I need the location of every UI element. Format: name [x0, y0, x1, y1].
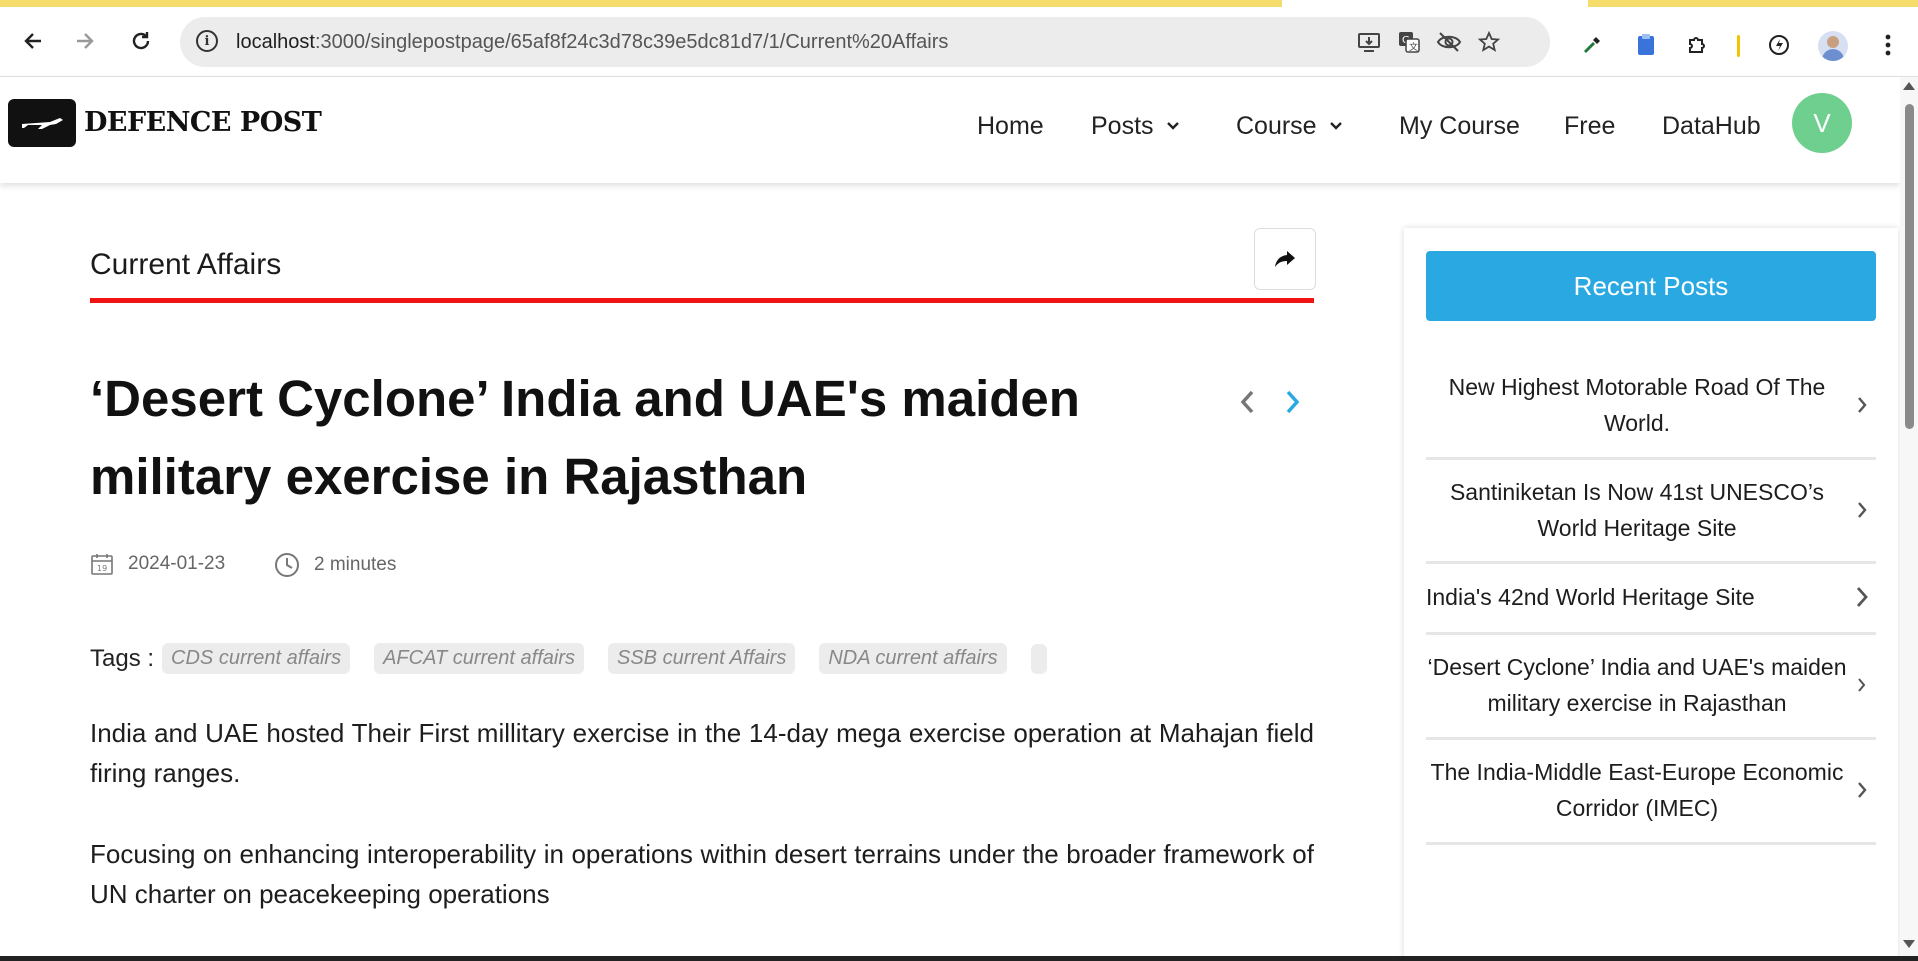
performance-icon[interactable]: [1765, 31, 1793, 59]
nav-posts[interactable]: Posts: [1091, 112, 1180, 141]
tags-row: Tags : CDS current affairs AFCAT current…: [90, 643, 1047, 674]
logo-icon[interactable]: [8, 99, 76, 147]
recent-post-title[interactable]: India's 42nd World Heritage Site: [1426, 579, 1848, 615]
tag-chip[interactable]: NDA current affairs: [819, 643, 1007, 674]
share-button[interactable]: [1254, 228, 1316, 290]
post-paragraph: Focusing on enhancing interoperability i…: [90, 839, 1314, 909]
recent-post-title[interactable]: Santiniketan Is Now 41st UNESCO’s World …: [1426, 474, 1848, 546]
chevron-right-icon: [1848, 585, 1876, 609]
chevron-right-icon: [1848, 395, 1876, 415]
info-icon[interactable]: i: [196, 30, 218, 52]
post-date: 19 2024-01-23: [90, 552, 225, 576]
browser-toolbar: i localhost:3000/singlepostpage/65af8f24…: [0, 7, 1918, 77]
recent-post-item[interactable]: New Highest Motorable Road Of The World.: [1426, 353, 1876, 460]
toolbar-divider: [1737, 35, 1740, 57]
site-header: DEFENCE POST Home Posts Course My Course…: [0, 77, 1900, 183]
recent-post-item[interactable]: Santiniketan Is Now 41st UNESCO’s World …: [1426, 458, 1876, 564]
arrow-right-icon: [77, 33, 94, 49]
nav-home[interactable]: Home: [977, 112, 1044, 141]
star-icon[interactable]: [1476, 29, 1502, 55]
more-menu-icon[interactable]: [1874, 31, 1902, 59]
recent-post-title[interactable]: ‘Desert Cyclone’ India and UAE's maiden …: [1426, 649, 1848, 721]
tags-label: Tags :: [90, 644, 155, 672]
reload-button[interactable]: [126, 26, 156, 56]
chevron-right-icon: [1848, 780, 1876, 800]
nav-datahub[interactable]: DataHub: [1662, 112, 1761, 141]
read-time-text: 2 minutes: [314, 554, 397, 575]
chevron-left-icon: [1240, 390, 1254, 414]
translate-icon[interactable]: G文: [1396, 29, 1422, 55]
recent-post-title[interactable]: The India-Middle East-Europe Economic Co…: [1426, 754, 1848, 826]
forward-button[interactable]: [70, 26, 100, 56]
nav-course-label: Course: [1236, 112, 1317, 140]
recent-posts-heading: Recent Posts: [1426, 251, 1876, 321]
prev-post-button[interactable]: [1232, 382, 1262, 422]
calendar-day: 19: [97, 564, 107, 573]
recent-post-title[interactable]: New Highest Motorable Road Of The World.: [1426, 369, 1848, 441]
chevron-right-icon: [1848, 500, 1876, 520]
arrow-left-icon: [24, 33, 41, 49]
section-title: Current Affairs: [90, 248, 282, 281]
user-avatar[interactable]: V: [1792, 93, 1852, 153]
chevron-down-icon: [1329, 118, 1343, 136]
recent-post-item[interactable]: India's 42nd World Heritage Site: [1426, 562, 1876, 635]
post-title: ‘Desert Cyclone’ India and UAE's maiden …: [90, 370, 1080, 505]
back-button[interactable]: [18, 26, 48, 56]
section-divider: [90, 298, 1314, 303]
post-paragraph: India and UAE hosted Their First millita…: [90, 718, 1314, 788]
recent-post-item[interactable]: The India-Middle East-Europe Economic Co…: [1426, 738, 1876, 845]
tag-chip[interactable]: CDS current affairs: [162, 643, 351, 674]
clock-icon: [275, 553, 299, 577]
recent-post-item[interactable]: ‘Desert Cyclone’ India and UAE's maiden …: [1426, 633, 1876, 740]
reload-icon: [132, 32, 150, 50]
url-path: :3000/singlepostpage/65af8f24c3d78c39e5d…: [314, 31, 949, 53]
recent-posts-sidebar: Recent Posts New Highest Motorable Road …: [1404, 228, 1898, 961]
tag-chip[interactable]: SSB current Affairs: [608, 643, 796, 674]
post-date-text: 2024-01-23: [128, 553, 226, 574]
puzzle-extensions-icon[interactable]: [1684, 31, 1712, 59]
tab-group-bar: [0, 0, 1282, 7]
bottom-edge: [0, 956, 1918, 961]
profile-avatar[interactable]: [1818, 31, 1848, 61]
chevron-down-icon: [1166, 118, 1180, 136]
scroll-up-arrow[interactable]: [1903, 82, 1915, 90]
logo-text[interactable]: DEFENCE POST: [84, 107, 322, 138]
tag-chip[interactable]: AFCAT current affairs: [374, 643, 584, 674]
share-icon: [1275, 251, 1295, 267]
address-bar[interactable]: i localhost:3000/singlepostpage/65af8f24…: [180, 17, 1550, 67]
calendar-icon: 19: [91, 554, 113, 575]
chevron-right-icon: [1848, 677, 1876, 693]
read-time: 2 minutes: [274, 552, 396, 578]
svg-text:文: 文: [1409, 41, 1418, 53]
nav-posts-label: Posts: [1091, 112, 1154, 140]
tag-chip-empty[interactable]: [1030, 643, 1047, 674]
tab-group-bar-right: [1588, 0, 1918, 7]
eyedropper-icon[interactable]: [1578, 31, 1606, 59]
nav-my-course[interactable]: My Course: [1399, 112, 1520, 141]
scrollbar-thumb[interactable]: [1905, 104, 1914, 429]
eye-off-icon[interactable]: [1436, 29, 1462, 55]
scroll-down-arrow[interactable]: [1903, 940, 1915, 948]
nav-course[interactable]: Course: [1236, 112, 1343, 141]
chevron-right-icon: [1286, 390, 1300, 414]
next-post-button[interactable]: [1278, 382, 1308, 422]
url-text[interactable]: localhost:3000/singlepostpage/65af8f24c3…: [236, 31, 948, 54]
clipboard-extension-icon[interactable]: [1632, 31, 1660, 59]
install-app-icon[interactable]: [1356, 29, 1382, 55]
nav-free[interactable]: Free: [1564, 112, 1615, 141]
url-host: localhost: [236, 31, 315, 53]
